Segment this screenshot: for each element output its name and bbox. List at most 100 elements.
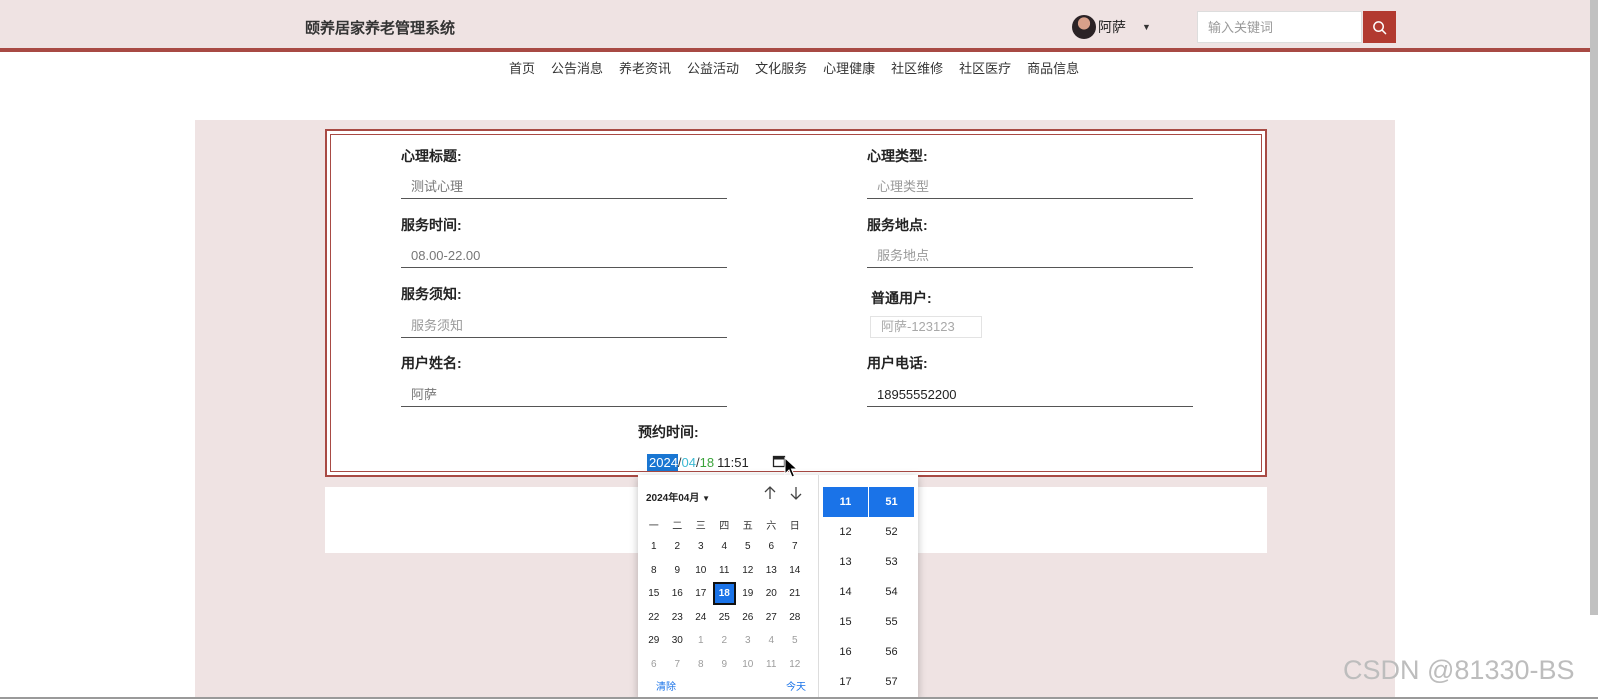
calendar-day[interactable]: 6 (642, 653, 666, 677)
calendar-day[interactable]: 3 (689, 535, 713, 559)
calendar-day[interactable]: 6 (760, 535, 784, 559)
calendar-day[interactable]: 29 (642, 629, 666, 653)
search-button[interactable] (1363, 11, 1396, 43)
hour-option[interactable]: 15 (823, 607, 868, 637)
user-select[interactable]: 阿萨-123123 (870, 316, 982, 338)
hour-option[interactable]: 11 (823, 487, 868, 517)
calendar-day[interactable]: 7 (666, 653, 690, 677)
calendar-day[interactable]: 8 (689, 653, 713, 677)
calendar-day[interactable]: 2 (713, 629, 737, 653)
calendar-day[interactable]: 5 (736, 535, 760, 559)
today-button[interactable]: 今天 (786, 678, 806, 693)
arrow-up-icon[interactable] (762, 485, 778, 501)
calendar-day[interactable]: 25 (713, 606, 737, 630)
calendar-day[interactable]: 1 (642, 535, 666, 559)
calendar-day[interactable]: 4 (713, 535, 737, 559)
calendar-day[interactable]: 7 (783, 535, 807, 559)
calendar-day[interactable]: 19 (736, 582, 760, 606)
watermark: CSDN @81330-BS (1343, 655, 1575, 685)
minute-option[interactable]: 53 (869, 547, 914, 577)
search-box[interactable] (1197, 11, 1362, 43)
calendar-day[interactable]: 30 (666, 629, 690, 653)
datetime-time[interactable]: 11:51 (717, 455, 749, 470)
hour-option[interactable]: 17 (823, 667, 868, 697)
calendar-day[interactable]: 21 (783, 582, 807, 606)
nav-item-mental-health[interactable]: 心理健康 (823, 58, 875, 77)
calendar-day[interactable]: 12 (783, 653, 807, 677)
nav-item-repair[interactable]: 社区维修 (891, 58, 943, 77)
nav-item-medical[interactable]: 社区医疗 (959, 58, 1011, 77)
phone-label: 用户电话: (867, 355, 928, 371)
calendar-day[interactable]: 8 (642, 559, 666, 583)
calendar-day[interactable]: 24 (689, 606, 713, 630)
username[interactable]: 阿萨 (1098, 17, 1126, 37)
calendar-day[interactable]: 14 (783, 559, 807, 583)
calendar-day[interactable]: 10 (689, 559, 713, 583)
calendar-day[interactable]: 4 (760, 629, 784, 653)
calendar-day-selected[interactable]: 18 (712, 582, 737, 606)
nav-item-elderly-news[interactable]: 养老资讯 (619, 58, 671, 77)
nav-item-culture[interactable]: 文化服务 (755, 58, 807, 77)
calendar-day[interactable]: 27 (760, 606, 784, 630)
weekday-label: 日 (789, 521, 800, 532)
calendar-day[interactable]: 11 (713, 559, 737, 583)
calendar-day[interactable]: 17 (689, 582, 713, 606)
calendar-day[interactable]: 23 (666, 606, 690, 630)
clear-button[interactable]: 清除 (656, 678, 676, 693)
calendar-day[interactable]: 15 (642, 582, 666, 606)
minute-option[interactable]: 57 (869, 667, 914, 697)
calendar-day[interactable]: 26 (736, 606, 760, 630)
calendar-day[interactable]: 11 (760, 653, 784, 677)
calendar-day[interactable]: 16 (666, 582, 690, 606)
calendar-day[interactable]: 9 (713, 653, 737, 677)
avatar[interactable] (1072, 15, 1096, 39)
calendar-days-grid: 1 2 3 4 5 6 7 8 9 10 11 12 13 14 15 16 17 18 19 20 21 22 23 24 2… (642, 535, 807, 676)
datetime-day[interactable]: 18 (700, 455, 714, 470)
calendar-day[interactable]: 2 (666, 535, 690, 559)
minute-option[interactable]: 55 (869, 607, 914, 637)
calendar-day[interactable]: 1 (689, 629, 713, 653)
minute-option[interactable]: 51 (869, 487, 914, 517)
hour-option[interactable]: 16 (823, 637, 868, 667)
caret-down-icon: ▼ (702, 494, 711, 503)
user-menu[interactable]: 阿萨 ▼ (1072, 14, 1151, 40)
nav-item-home[interactable]: 首页 (509, 58, 535, 77)
datetime-picker: 2024年04月 ▼ 一 二 三 四 五 六 日 1 2 3 4 5 6 7 8 9 10 11 12… (638, 475, 918, 699)
calendar-day[interactable]: 3 (736, 629, 760, 653)
location-label: 服务地点: (867, 217, 928, 233)
calendar-day[interactable]: 12 (736, 559, 760, 583)
calendar-day[interactable]: 9 (666, 559, 690, 583)
caret-down-icon[interactable]: ▼ (1142, 22, 1151, 32)
hour-option[interactable]: 12 (823, 517, 868, 547)
calendar-day[interactable]: 5 (783, 629, 807, 653)
hour-option[interactable]: 14 (823, 577, 868, 607)
minute-option[interactable]: 52 (869, 517, 914, 547)
calendar-day[interactable]: 10 (736, 653, 760, 677)
nav-item-products[interactable]: 商品信息 (1027, 58, 1079, 77)
name-field[interactable]: 阿萨 (401, 383, 727, 407)
hour-option[interactable]: 13 (823, 547, 868, 577)
datetime-year[interactable]: 2024 (647, 453, 678, 471)
weekday-label: 四 (719, 521, 730, 532)
nav-item-charity[interactable]: 公益活动 (687, 58, 739, 77)
scrollbar[interactable] (1590, 0, 1598, 615)
appointment-datetime-input[interactable]: 2024/04/18 11:51 (647, 452, 749, 472)
month-year-selector[interactable]: 2024年04月 ▼ (646, 489, 710, 504)
calendar-day[interactable]: 22 (642, 606, 666, 630)
notice-field[interactable]: 服务须知 (401, 314, 727, 338)
minute-option[interactable]: 54 (869, 577, 914, 607)
location-field[interactable]: 服务地点 (867, 244, 1193, 268)
nav-item-notices[interactable]: 公告消息 (551, 58, 603, 77)
title-field[interactable]: 测试心理 (401, 175, 727, 199)
datetime-month[interactable]: 04 (682, 455, 696, 470)
search-input[interactable] (1198, 12, 1361, 42)
service-time-field[interactable]: 08.00-22.00 (401, 244, 727, 268)
calendar-day[interactable]: 13 (760, 559, 784, 583)
calendar-day[interactable]: 28 (783, 606, 807, 630)
calendar-day[interactable]: 20 (760, 582, 784, 606)
type-field[interactable]: 心理类型 (867, 175, 1193, 199)
phone-field[interactable]: 18955552200 (867, 383, 1193, 407)
service-time-label: 服务时间: (401, 217, 462, 233)
arrow-down-icon[interactable] (788, 485, 804, 501)
minute-option[interactable]: 56 (869, 637, 914, 667)
